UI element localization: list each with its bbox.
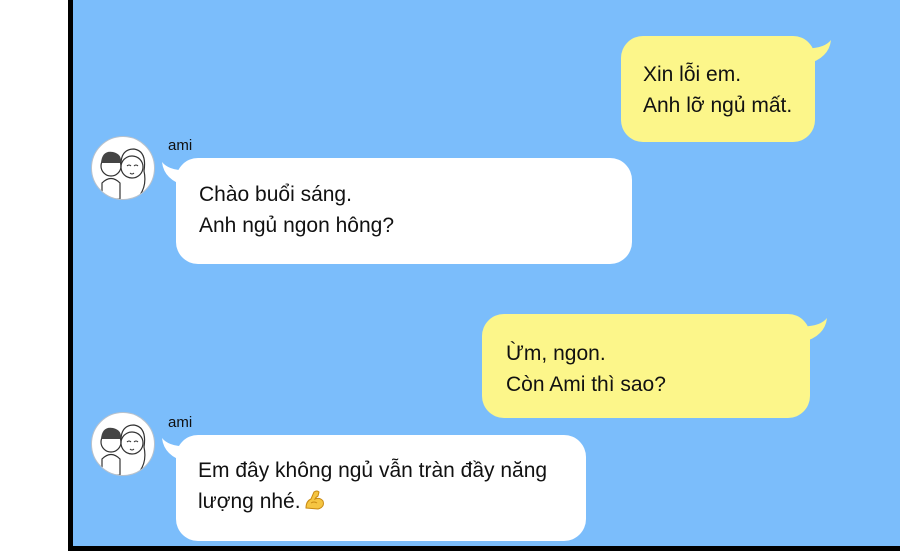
message-text-line: Còn Ami thì sao? xyxy=(506,373,666,396)
message-text-line: Em đây không ngủ vẫn tràn đầy năng xyxy=(198,459,548,482)
bubble-tail xyxy=(801,40,831,64)
sender-name: ami xyxy=(168,414,193,431)
message-text-line: Xin lỗi em. xyxy=(643,63,742,86)
sender-name: ami xyxy=(168,137,193,154)
message-text-line: Chào buổi sáng. xyxy=(199,183,352,206)
chat-panel: Xin lỗi em. Anh lỡ ngủ mất. ami Chào buổ… xyxy=(68,0,900,551)
couple-avatar-icon xyxy=(100,148,146,199)
message-text-fragment: lượng nhé. xyxy=(198,490,301,513)
avatar[interactable] xyxy=(91,412,155,476)
message-text-line: Ừm, ngon. xyxy=(506,342,606,365)
outgoing-message-bubble: Ừm, ngon. Còn Ami thì sao? xyxy=(482,314,810,418)
bubble-tail xyxy=(797,318,827,342)
incoming-message-bubble: Chào buổi sáng. Anh ngủ ngon hông? xyxy=(176,158,632,264)
message-text-line: Anh lỡ ngủ mất. xyxy=(643,94,793,117)
couple-avatar-icon xyxy=(100,424,146,475)
incoming-message-bubble: Em đây không ngủ vẫn tràn đầy năng lượng… xyxy=(176,435,586,541)
flexed-biceps-icon xyxy=(303,488,327,521)
message-text-line: lượng nhé. xyxy=(198,486,586,521)
outgoing-message-bubble: Xin lỗi em. Anh lỡ ngủ mất. xyxy=(621,36,815,142)
avatar[interactable] xyxy=(91,136,155,200)
message-text-line: Anh ngủ ngon hông? xyxy=(199,214,395,237)
